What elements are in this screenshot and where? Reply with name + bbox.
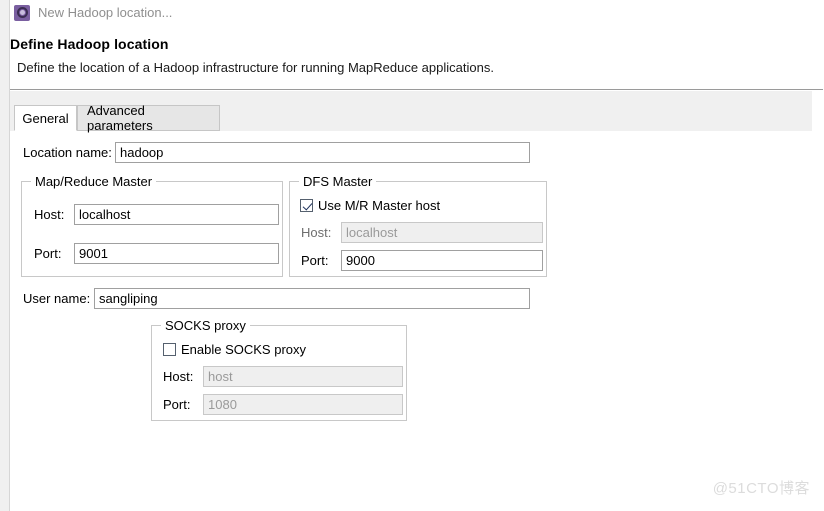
dfs-host-input[interactable]: localhost — [341, 222, 543, 243]
tab-general-label: General — [22, 110, 69, 126]
dfs-host-label: Host: — [301, 225, 332, 240]
mr-host-label: Host: — [34, 207, 65, 222]
socks-host-row: Host: host — [163, 366, 403, 387]
hadoop-gear-icon — [14, 4, 30, 21]
user-name-row: User name: sangliping — [23, 288, 530, 309]
dfs-port-row: Port: 9000 — [301, 250, 543, 271]
socks-host-label: Host: — [163, 369, 194, 384]
dialog-title: New Hadoop location... — [38, 5, 173, 20]
watermark: @51CTO博客 — [712, 480, 810, 497]
page-description: Define the location of a Hadoop infrastr… — [17, 60, 494, 75]
dialog-titlebar: New Hadoop location... — [10, 0, 824, 25]
location-name-row: Location name: hadoop — [23, 142, 530, 163]
dfs-host-row: Host: localhost — [301, 222, 543, 243]
enable-socks-proxy-label: Enable SOCKS proxy — [181, 342, 307, 357]
use-mr-master-host-label: Use M/R Master host — [318, 198, 441, 213]
mr-port-label: Port: — [34, 246, 62, 261]
tab-general[interactable]: General — [14, 105, 77, 131]
mapreduce-master-group-title: Map/Reduce Master — [31, 174, 157, 189]
left-gutter — [0, 0, 10, 511]
socks-port-input[interactable]: 1080 — [203, 394, 403, 415]
dialog-window: New Hadoop location... Define Hadoop loc… — [0, 0, 824, 511]
page-title: Define Hadoop location — [10, 36, 169, 52]
dialog-header: Define Hadoop location Define the locati… — [10, 25, 823, 90]
mr-port-row: Port: 9001 — [34, 243, 279, 264]
mr-host-input[interactable]: localhost — [74, 204, 279, 225]
dfs-port-input[interactable]: 9000 — [341, 250, 543, 271]
socks-port-label: Port: — [163, 397, 191, 412]
enable-socks-proxy-checkbox-row[interactable]: Enable SOCKS proxy — [163, 342, 306, 357]
user-name-input[interactable]: sangliping — [94, 288, 530, 309]
use-mr-master-host-checkbox-row[interactable]: Use M/R Master host — [300, 198, 440, 213]
enable-socks-proxy-checkbox[interactable] — [163, 343, 176, 356]
mr-port-input[interactable]: 9001 — [74, 243, 279, 264]
socks-proxy-group: SOCKS proxy Enable SOCKS proxy Host: hos… — [151, 318, 407, 421]
socks-host-input[interactable]: host — [203, 366, 403, 387]
tab-strip: General Advanced parameters — [10, 91, 812, 133]
location-name-label: Location name: — [23, 145, 112, 160]
dfs-master-group-title: DFS Master — [299, 174, 377, 189]
socks-proxy-group-title: SOCKS proxy — [161, 318, 250, 333]
mapreduce-master-group: Map/Reduce Master Host: localhost Port: … — [21, 174, 283, 277]
mr-host-row: Host: localhost — [34, 204, 279, 225]
dfs-master-group: DFS Master Use M/R Master host Host: loc… — [289, 174, 547, 277]
use-mr-master-host-checkbox[interactable] — [300, 199, 313, 212]
socks-port-row: Port: 1080 — [163, 394, 403, 415]
tab-advanced-parameters[interactable]: Advanced parameters — [77, 103, 220, 133]
dfs-port-label: Port: — [301, 253, 329, 268]
tab-content-general: Location name: hadoop Map/Reduce Master … — [10, 131, 824, 511]
location-name-input[interactable]: hadoop — [115, 142, 530, 163]
tab-advanced-parameters-label: Advanced parameters — [87, 103, 153, 133]
user-name-label: User name: — [23, 291, 91, 306]
